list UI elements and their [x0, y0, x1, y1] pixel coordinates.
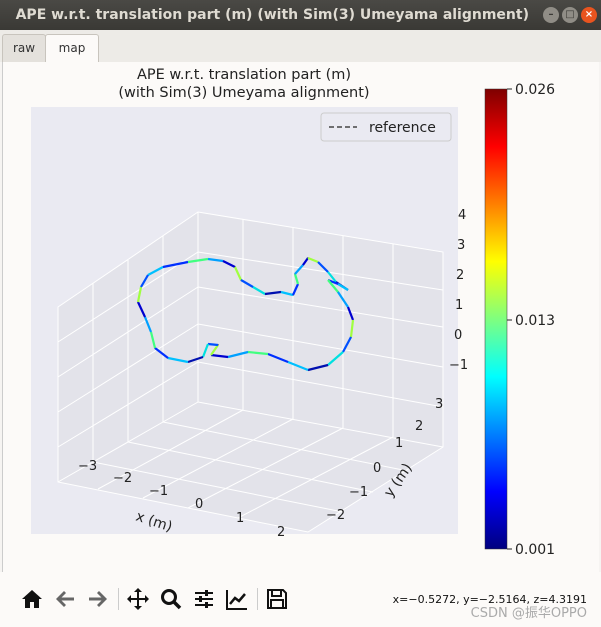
- zoom-icon[interactable]: [159, 587, 183, 611]
- z-tick: −1: [449, 358, 468, 373]
- colorbar-max: 0.026: [515, 82, 555, 98]
- close-button[interactable]: ×: [581, 7, 597, 23]
- z-tick: 4: [458, 208, 466, 223]
- plot-subtitle: (with Sim(3) Umeyama alignment): [118, 85, 369, 101]
- navigation-toolbar: x=−0.5272, y=−2.5164, z=4.3191 CSDN @振华O…: [0, 572, 601, 627]
- title-bar: APE w.r.t. translation part (m) (with Si…: [0, 0, 601, 30]
- forward-icon[interactable]: [86, 587, 110, 611]
- colorbar-min: 0.001: [515, 542, 555, 558]
- y-tick: 0: [373, 461, 381, 476]
- x-tick: 1: [236, 511, 244, 526]
- configure-subplots-icon[interactable]: [192, 587, 216, 611]
- maximize-button[interactable]: □: [562, 7, 578, 23]
- trajectory-segment: [207, 342, 219, 347]
- x-tick: −1: [149, 484, 168, 499]
- back-icon[interactable]: [53, 587, 77, 611]
- watermark: CSDN @振华OPPO: [470, 606, 587, 621]
- y-tick: 2: [415, 419, 423, 434]
- save-icon[interactable]: [265, 587, 289, 611]
- z-tick: 3: [457, 238, 465, 253]
- x-tick: −3: [78, 459, 97, 474]
- window-title: APE w.r.t. translation part (m) (with Si…: [15, 7, 529, 23]
- z-tick: 0: [454, 328, 462, 343]
- edit-axes-icon[interactable]: [225, 587, 249, 611]
- plot-title: APE w.r.t. translation part (m): [137, 67, 351, 83]
- colorbar: [484, 88, 508, 550]
- x-tick: 2: [277, 525, 285, 540]
- tab-map[interactable]: map: [45, 34, 99, 64]
- figure-canvas[interactable]: APE w.r.t. translation part (m) (with Si…: [2, 62, 599, 572]
- y-tick: −1: [349, 485, 368, 500]
- y-tick: 3: [435, 397, 443, 412]
- x-tick: 0: [195, 497, 203, 512]
- x-tick: −2: [113, 471, 132, 486]
- y-tick: 1: [395, 436, 403, 451]
- z-tick: 1: [455, 298, 463, 313]
- z-tick: 2: [456, 268, 464, 283]
- tab-bar: raw map: [0, 30, 601, 64]
- colorbar-mid: 0.013: [515, 313, 555, 329]
- legend: reference: [320, 112, 452, 142]
- minimize-button[interactable]: –: [543, 7, 559, 23]
- legend-label: reference: [369, 120, 436, 136]
- y-tick: −2: [326, 508, 345, 523]
- tab-raw[interactable]: raw: [2, 34, 46, 62]
- home-icon[interactable]: [20, 587, 44, 611]
- pan-icon[interactable]: [126, 587, 150, 611]
